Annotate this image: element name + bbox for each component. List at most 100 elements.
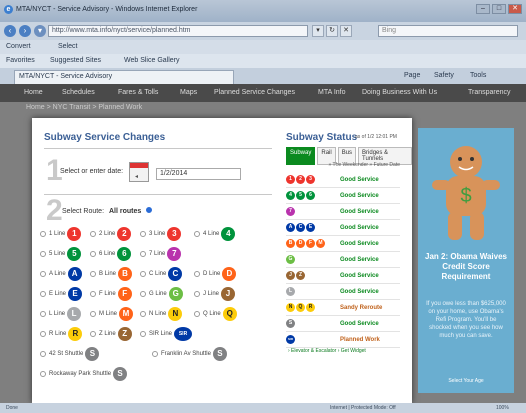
route-option[interactable]: R Line R	[40, 326, 83, 342]
status-text[interactable]: Good Service	[340, 177, 379, 183]
route-option[interactable]: E Line E	[40, 286, 83, 302]
web-slice-link[interactable]: Web Slice Gallery	[124, 57, 180, 64]
route-radio[interactable]	[140, 291, 146, 297]
status-text[interactable]: Good Service	[340, 209, 379, 215]
route-option[interactable]: L Line L	[40, 306, 82, 322]
route-radio[interactable]	[152, 351, 158, 357]
route-option[interactable]: 7 Line 7	[140, 246, 182, 262]
status-row[interactable]: N Q R Sandy Reroute	[286, 300, 400, 316]
route-radio[interactable]	[194, 311, 200, 317]
refresh-icon[interactable]: ↻	[326, 25, 338, 37]
minimize-button[interactable]: –	[476, 4, 490, 14]
status-row[interactable]: G Good Service	[286, 252, 400, 268]
advertisement[interactable]: $ Jan 2: Obama Waives Credit Score Requi…	[418, 128, 514, 393]
status-text[interactable]: Good Service	[340, 289, 379, 295]
status-text[interactable]: Sandy Reroute	[340, 305, 382, 311]
route-option[interactable]: B Line B	[90, 266, 133, 282]
route-option[interactable]: SIR Line SIR	[140, 326, 193, 342]
convert-menu[interactable]: Convert	[6, 43, 31, 50]
breadcrumb-text[interactable]: Home > NYC Transit > Planned Work	[26, 104, 142, 111]
route-radio[interactable]	[40, 271, 46, 277]
status-row[interactable]: 1 2 3 Good Service	[286, 172, 400, 188]
route-radio[interactable]	[40, 331, 46, 337]
status-row[interactable]: J Z Good Service	[286, 268, 400, 284]
browser-tab[interactable]: MTA/NYCT - Service Advisory	[14, 70, 234, 84]
status-row[interactable]: A C E Good Service	[286, 220, 400, 236]
route-radio[interactable]	[140, 311, 146, 317]
ad-cta[interactable]: Select Your Age	[418, 378, 514, 384]
route-option[interactable]: N Line N	[140, 306, 183, 322]
status-legend[interactable]: » The Weekender » Future Date	[288, 162, 400, 168]
status-text[interactable]: Good Service	[340, 241, 379, 247]
route-option[interactable]: 2 Line 2	[90, 226, 132, 242]
route-option[interactable]: 1 Line 1	[40, 226, 82, 242]
status-text[interactable]: Planned Work	[340, 337, 380, 343]
route-radio[interactable]	[90, 271, 96, 277]
status-row[interactable]: L Good Service	[286, 284, 400, 300]
status-text[interactable]: Good Service	[340, 257, 379, 263]
nav-business[interactable]: Doing Business With Us	[362, 89, 437, 96]
route-radio[interactable]	[40, 291, 46, 297]
route-radio[interactable]	[140, 251, 146, 257]
route-option[interactable]: 42 St Shuttle S	[40, 346, 100, 362]
safety-menu[interactable]: Safety	[434, 72, 454, 79]
route-radio[interactable]	[90, 231, 96, 237]
route-radio[interactable]	[140, 231, 146, 237]
route-radio[interactable]	[194, 291, 200, 297]
select-menu[interactable]: Select	[58, 43, 77, 50]
nav-home[interactable]: Home	[24, 89, 43, 96]
route-radio[interactable]	[90, 291, 96, 297]
back-icon[interactable]: ‹	[4, 25, 16, 37]
nav-mta-info[interactable]: MTA Info	[318, 89, 346, 96]
route-option[interactable]: Franklin Av Shuttle S	[152, 346, 227, 362]
nav-transparency[interactable]: Transparency	[468, 89, 511, 96]
zoom-level[interactable]: 100%	[496, 405, 509, 411]
route-radio[interactable]	[194, 231, 200, 237]
date-input[interactable]: 1/2/2014	[156, 168, 241, 180]
route-radio[interactable]	[194, 271, 200, 277]
status-row[interactable]: S Good Service	[286, 316, 400, 332]
page-menu[interactable]: Page	[404, 72, 420, 79]
status-text[interactable]: Good Service	[340, 273, 379, 279]
route-option[interactable]: A Line A	[40, 266, 82, 282]
compat-view-icon[interactable]: ▾	[312, 25, 324, 37]
route-option[interactable]: 4 Line 4	[194, 226, 236, 242]
stop-icon[interactable]: ✕	[340, 25, 352, 37]
tools-menu[interactable]: Tools	[470, 72, 486, 79]
nav-planned[interactable]: Planned Service Changes	[214, 89, 295, 96]
status-text[interactable]: Good Service	[340, 225, 379, 231]
route-radio[interactable]	[40, 231, 46, 237]
nav-maps[interactable]: Maps	[180, 89, 197, 96]
favorites-button[interactable]: Favorites	[6, 57, 35, 64]
search-input[interactable]: Bing	[378, 25, 518, 37]
route-option[interactable]: D Line D	[194, 266, 237, 282]
nav-fares[interactable]: Fares & Tolls	[118, 89, 158, 96]
route-option[interactable]: F Line F	[90, 286, 132, 302]
status-text[interactable]: Good Service	[340, 193, 379, 199]
route-option[interactable]: M Line M	[90, 306, 134, 322]
route-radio[interactable]	[90, 311, 96, 317]
route-option[interactable]: 6 Line 6	[90, 246, 132, 262]
suggested-sites-link[interactable]: Suggested Sites	[50, 57, 101, 64]
calendar-icon[interactable]: ◂	[129, 162, 149, 182]
status-row[interactable]: 7 Good Service	[286, 204, 400, 220]
route-radio[interactable]	[140, 271, 146, 277]
route-option[interactable]: 3 Line 3	[140, 226, 182, 242]
route-radio[interactable]	[40, 311, 46, 317]
close-button[interactable]: ✕	[508, 4, 522, 14]
route-radio[interactable]	[90, 331, 96, 337]
route-option[interactable]: G Line G	[140, 286, 183, 302]
nav-schedules[interactable]: Schedules	[62, 89, 95, 96]
status-row[interactable]: SIR Planned Work	[286, 332, 400, 348]
all-routes-radio[interactable]	[146, 207, 152, 213]
route-option[interactable]: J Line J	[194, 286, 236, 302]
route-option[interactable]: 5 Line 5	[40, 246, 82, 262]
forward-icon[interactable]: ›	[19, 25, 31, 37]
route-radio[interactable]	[90, 251, 96, 257]
status-text[interactable]: Good Service	[340, 321, 379, 327]
route-radio[interactable]	[40, 351, 46, 357]
status-row[interactable]: B D F M Good Service	[286, 236, 400, 252]
status-footer-links[interactable]: › Elevator & Escalator › Get Widget	[288, 348, 366, 354]
url-input[interactable]: http://www.mta.info/nyct/service/planned…	[48, 25, 308, 37]
route-radio[interactable]	[40, 251, 46, 257]
